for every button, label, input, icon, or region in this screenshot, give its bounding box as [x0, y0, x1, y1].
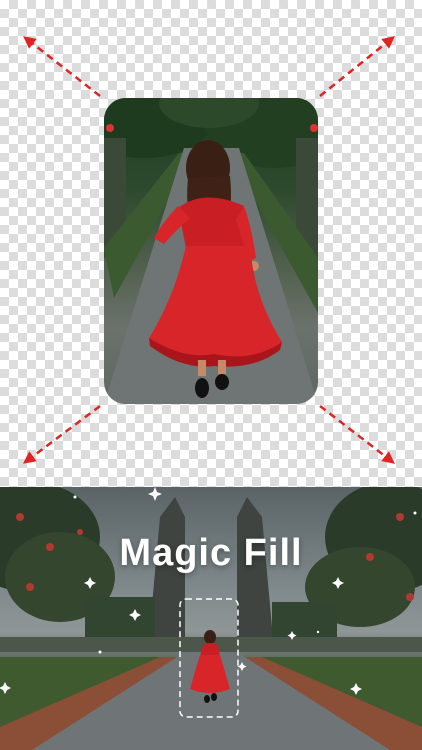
expand-arrow-top-left-icon: [23, 36, 101, 97]
expand-arrow-top-right-icon: [319, 36, 395, 97]
expand-arrow-bottom-right-icon: [319, 405, 395, 464]
feature-title: Magic Fill: [119, 532, 303, 574]
expand-arrow-bottom-left-icon: [23, 405, 101, 464]
magic-fill-scene: [0, 487, 422, 750]
expanded-photo-background: [0, 487, 422, 750]
expand-arrows: [23, 36, 395, 464]
